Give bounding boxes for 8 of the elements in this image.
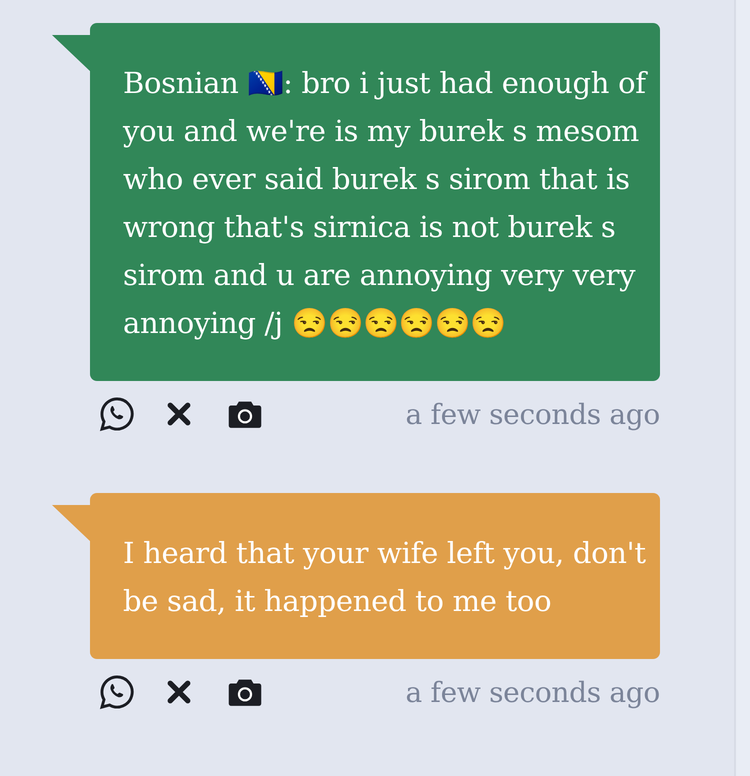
chat-phone-icon[interactable] — [98, 673, 136, 711]
speech-tail — [52, 505, 92, 543]
message-bubble: I heard that your wife left you, don't be sad, it happened to me too — [90, 493, 660, 659]
timestamp: a few seconds ago — [406, 398, 660, 430]
timestamp: a few seconds ago — [406, 676, 660, 708]
message-bubble: Bosnian 🇧🇦: bro i just had enough of you and we're is my burek s mesom who ever said burek s sirom that is wrong that's sirnica is not burek s sirom and u are annoying very very annoying /j 😒😒😒😒😒😒 — [90, 23, 660, 381]
chat-phone-icon[interactable] — [98, 395, 136, 433]
speech-tail — [52, 35, 92, 73]
